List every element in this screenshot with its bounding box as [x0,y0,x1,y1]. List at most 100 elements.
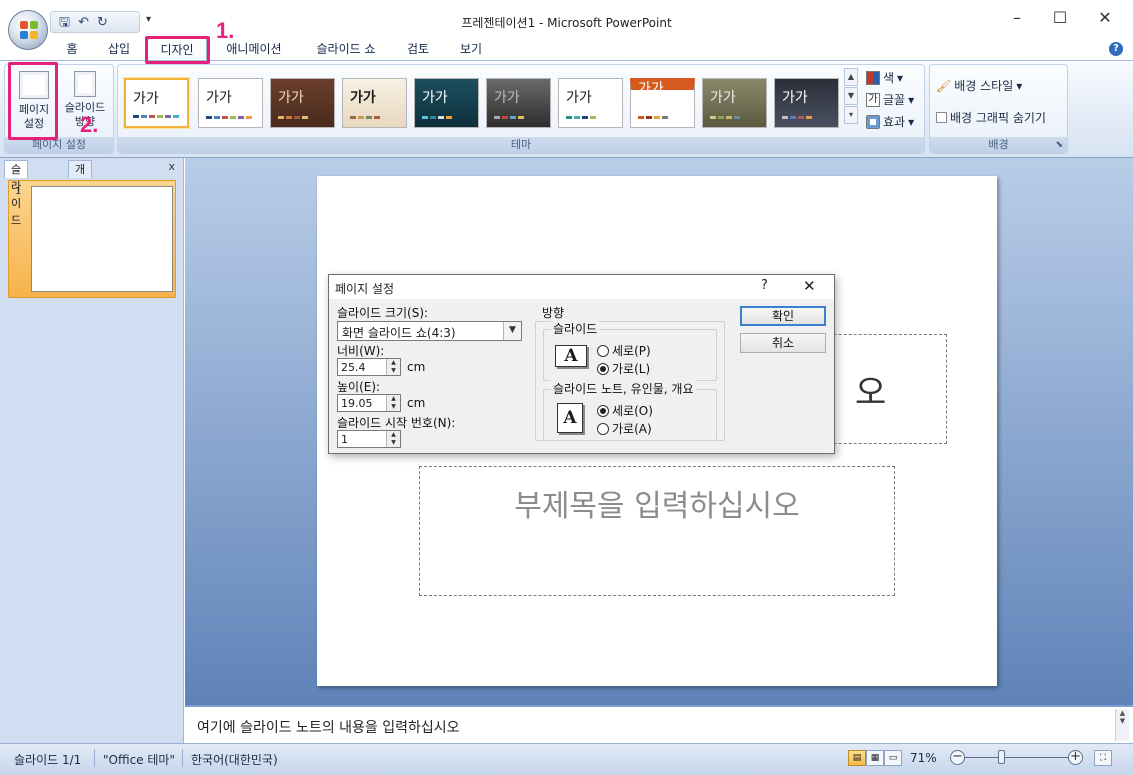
fonts-icon: 가 [866,92,880,107]
slideshow-view-button[interactable]: ▭ [884,750,902,766]
tab-view[interactable]: 보기 [455,38,487,60]
hide-background-graphics-checkbox[interactable]: 배경 그래픽 숨기기 [936,109,1046,126]
title-placeholder-text: 오 [855,373,887,413]
slide-sorter-view-button[interactable]: ▦ [866,750,884,766]
tab-slideshow[interactable]: 슬라이드 쇼 [307,38,385,60]
width-label: 너비(W): [337,344,385,358]
colors-icon [866,70,880,85]
notes-placeholder: 여기에 슬라이드 노트의 내용을 입력하십시오 [197,720,460,736]
subtitle-placeholder[interactable]: 부제목을 입력하십시오 [419,466,895,596]
theme-9[interactable]: 가가 [702,78,767,128]
maximize-icon[interactable]: ☐ [1045,8,1075,27]
theme-7[interactable]: 가가 [558,78,623,128]
zoom-slider-thumb[interactable] [998,750,1005,764]
dialog-launcher-icon[interactable]: ⬊ [1055,137,1063,153]
radio-off-icon [597,422,609,435]
theme-4[interactable]: 가가 [342,78,407,128]
theme-fonts-button[interactable]: 가 글꼴 ▾ [866,91,914,108]
language-status[interactable]: 한국어(대한민국) [191,751,278,768]
tab-review[interactable]: 검토 [403,38,433,60]
notes-landscape-radio[interactable]: 가로(A) [597,420,652,437]
orientation-label: 방향 [542,306,565,320]
paint-bucket-icon: 🖌 [936,78,952,93]
status-bar: 슬라이드 1/1 "Office 테마" 한국어(대한민국) ▤ ▦ ▭ 71%… [0,743,1133,775]
tab-outline[interactable]: 개요 [68,160,93,193]
theme-5[interactable]: 가가 [414,78,479,128]
theme-8[interactable]: 가가 [630,78,695,128]
fit-to-window-icon[interactable]: ⛶ [1094,750,1112,766]
notes-portrait-radio[interactable]: 세로(O) [597,402,653,419]
zoom-level[interactable]: 71% [910,751,937,765]
slide-portrait-radio[interactable]: 세로(P) [597,342,651,359]
theme-10[interactable]: 가가 [774,78,839,128]
theme-6[interactable]: 가가 [486,78,551,128]
landscape-page-icon: A [555,345,587,367]
ok-button[interactable]: 확인 [740,306,826,326]
annotation-step-2: 2. [80,112,99,137]
chevron-down-icon: ▼ [503,322,521,340]
dialog-close-icon[interactable]: ✕ [803,277,816,295]
subtitle-placeholder-text: 부제목을 입력하십시오 [514,489,800,524]
page-setup-dialog: 페이지 설정 ? ✕ 슬라이드 크기(S): 화면 슬라이드 쇼(4:3) ▼ … [328,274,835,454]
status-divider [94,749,95,767]
start-number-input[interactable]: 1 ▲ ▼ [337,430,401,448]
theme-3[interactable]: 가가 [270,78,335,128]
slide-size-select[interactable]: 화면 슬라이드 쇼(4:3) ▼ [337,321,522,341]
height-label: 높이(E): [337,380,381,394]
slide-landscape-radio[interactable]: 가로(L) [597,360,650,377]
theme-scroll-down-icon[interactable]: ▼ [844,87,858,105]
background-styles-button[interactable]: 🖌 배경 스타일 ▾ [936,77,1022,94]
radio-on-icon [597,362,609,375]
normal-view-button[interactable]: ▤ [848,750,866,766]
effects-icon [866,114,880,129]
theme-scroll-up-icon[interactable]: ▲ [844,68,858,86]
office-button[interactable] [8,10,48,50]
width-input[interactable]: 25.4 ▲ ▼ [337,358,401,376]
close-icon[interactable]: ✕ [1090,8,1120,27]
zoom-out-icon[interactable]: − [950,750,965,765]
start-number-spinner-icon[interactable]: ▲ ▼ [386,431,400,447]
ribbon: 페이지 설정 슬라이드 방향 페이지 설정 가가 가가 가가 가가 가가 가가 … [0,60,1133,158]
annotation-box-page-setup [8,62,58,140]
width-spinner-icon[interactable]: ▲ ▼ [386,359,400,375]
theme-office[interactable]: 가가 [124,78,189,128]
theme-2[interactable]: 가가 [198,78,263,128]
cancel-button[interactable]: 취소 [740,333,826,353]
tab-insert[interactable]: 삽입 [102,38,136,60]
zoom-in-icon[interactable]: + [1068,750,1083,765]
dialog-title-bar: 페이지 설정 ? ✕ [329,275,834,299]
minimize-icon[interactable]: – [1002,8,1032,27]
dialog-help-icon[interactable]: ? [761,278,768,293]
height-spinner-icon[interactable]: ▲ ▼ [386,395,400,411]
notes-pane[interactable]: 여기에 슬라이드 노트의 내용을 입력하십시오 ▲ ▼ [185,705,1133,743]
slide-size-label: 슬라이드 크기(S): [337,306,429,320]
portrait-page-icon: A [557,403,583,433]
tab-slides[interactable]: 슬라이드 [4,160,29,227]
slide-count: 슬라이드 1/1 [14,753,82,767]
themes-group-label: 테마 [118,137,924,153]
notes-scrollbar[interactable]: ▲ ▼ [1115,709,1129,741]
tab-home[interactable]: 홈 [60,38,84,60]
theme-colors-button[interactable]: 색 ▾ [866,69,903,86]
slide-thumbnail-selected[interactable]: 1 [8,180,176,298]
theme-gallery-more-icon[interactable]: ▾ [844,106,858,124]
height-input[interactable]: 19.05 ▲ ▼ [337,394,401,412]
theme-effects-button[interactable]: 효과 ▾ [866,113,914,130]
checkbox-icon [936,112,947,123]
radio-off-icon [597,344,609,357]
slide-thumbnail[interactable] [31,186,173,292]
radio-on-icon [597,404,609,417]
dialog-title: 페이지 설정 [335,282,395,296]
slides-orientation-label: 슬라이드 [551,320,600,337]
slides-panel: 슬라이드 개요 x 1 [0,158,184,743]
zoom-slider-track[interactable] [965,757,1071,758]
panel-close-icon[interactable]: x [168,160,175,173]
window-title: 프레젠테이션1 - Microsoft PowerPoint [461,16,672,30]
slide-orientation-icon [74,71,96,97]
start-number-label: 슬라이드 시작 번호(N): [337,416,456,430]
office-logo-icon [20,21,38,39]
annotation-box-design-tab [145,36,210,64]
background-group-label: 배경 ⬊ [930,137,1067,153]
status-divider [182,749,183,767]
help-icon[interactable]: ? [1109,42,1123,56]
